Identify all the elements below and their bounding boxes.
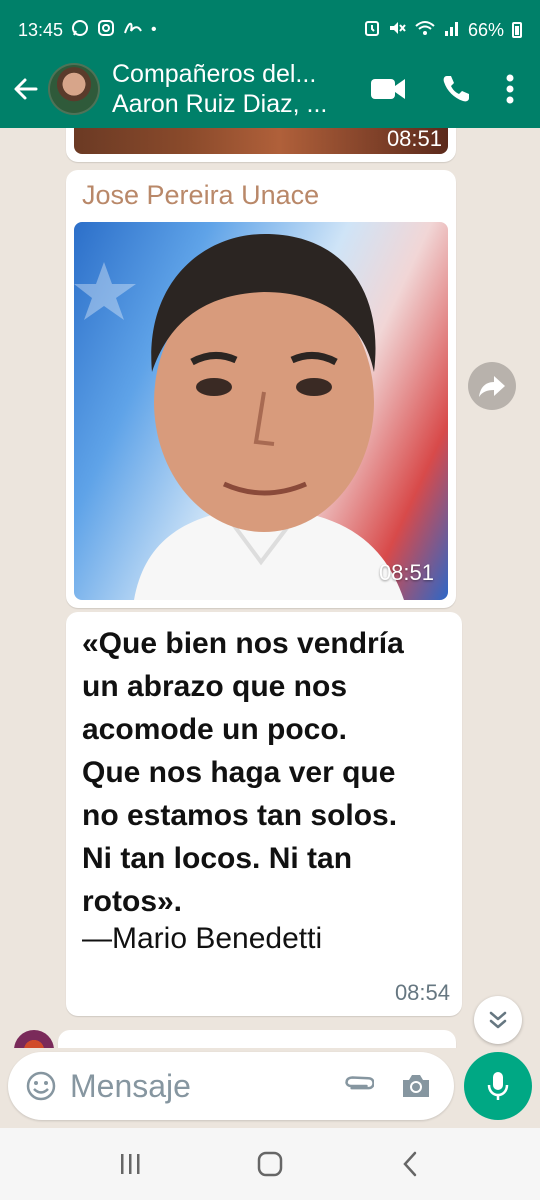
emoji-icon <box>26 1071 56 1101</box>
message-time: 08:54 <box>394 980 450 1005</box>
wifi-icon <box>414 19 436 41</box>
whatsapp-icon <box>71 19 89 41</box>
chevron-left-icon <box>403 1151 417 1177</box>
quote-author: —Mario Benedetti <box>82 922 323 955</box>
message-composer <box>8 1052 454 1120</box>
signature-icon <box>123 19 143 41</box>
voice-message-button[interactable] <box>464 1052 532 1120</box>
microphone-icon <box>487 1072 509 1100</box>
paperclip-icon <box>345 1076 374 1090</box>
voice-call-button[interactable] <box>422 59 490 119</box>
message-time: 08:51 <box>386 128 442 151</box>
scroll-to-bottom-button[interactable] <box>474 996 522 1044</box>
system-nav-bar <box>0 1128 540 1200</box>
recent-apps-button[interactable] <box>90 1134 170 1194</box>
more-options-button[interactable] <box>490 59 530 119</box>
quote-line: un abrazo que nos <box>82 670 348 703</box>
camera-icon <box>403 1075 429 1097</box>
chat-header: Compañeros del... Aaron Ruiz Diaz, ... <box>0 50 540 128</box>
sender-name: Jose Pereira Unace <box>82 180 320 210</box>
message-time: 08:51 <box>378 560 434 585</box>
signal-icon <box>444 19 460 41</box>
group-avatar[interactable] <box>48 63 100 115</box>
message-photo[interactable]: 08:51 <box>74 222 448 600</box>
more-options-icon <box>506 74 514 104</box>
camera-button[interactable] <box>386 1052 446 1120</box>
quote-line: rotos». <box>82 885 183 918</box>
chat-info[interactable]: Compañeros del... Aaron Ruiz Diaz, ... <box>112 59 337 119</box>
recent-apps-icon <box>121 1154 140 1174</box>
quote-line: Que nos haga ver que <box>82 756 396 789</box>
chat-title: Compañeros del... <box>112 60 317 88</box>
message-image[interactable]: Jose Pereira Unace 08:51 <box>66 170 456 608</box>
quote-line: «Que bien nos vendría <box>82 627 404 660</box>
forward-button[interactable] <box>468 362 516 410</box>
double-chevron-down-icon <box>489 1011 507 1029</box>
home-icon <box>257 1151 283 1177</box>
video-call-button[interactable] <box>354 59 422 119</box>
home-button[interactable] <box>230 1134 310 1194</box>
chat-area[interactable]: 08:51 Jose Pereira Unace 08:51 «Que bien… <box>0 128 540 1048</box>
quote-line: no estamos tan solos. <box>82 799 398 832</box>
portrait-image <box>74 233 404 600</box>
sender-avatar[interactable] <box>14 1030 54 1048</box>
emoji-button[interactable] <box>12 1052 70 1120</box>
instagram-icon <box>97 19 115 41</box>
chat-participants: Aaron Ruiz Diaz, ... <box>112 90 328 118</box>
message-image-previous[interactable]: 08:51 <box>66 128 456 162</box>
attach-button[interactable] <box>330 1052 386 1120</box>
message-quote: «Que bien nos vendría un abrazo que nos … <box>82 622 452 923</box>
dot-icon: • <box>151 21 157 38</box>
arrow-left-icon <box>14 78 38 100</box>
video-call-icon <box>371 79 405 99</box>
forward-icon <box>479 376 505 397</box>
voice-call-icon <box>443 76 469 102</box>
quote-line: Ni tan locos. Ni tan <box>82 842 353 875</box>
status-time: 13:45 <box>18 19 64 40</box>
battery-icon <box>512 22 522 38</box>
message-input[interactable] <box>70 1061 320 1111</box>
mute-icon <box>388 19 406 41</box>
quote-line: acomode un poco. <box>82 713 348 746</box>
back-button[interactable] <box>4 59 48 119</box>
back-nav-button[interactable] <box>370 1134 450 1194</box>
message-next-partial[interactable] <box>58 1030 456 1048</box>
battery-level: 66% <box>467 19 504 40</box>
alarm-icon <box>364 19 380 41</box>
message-text[interactable]: «Que bien nos vendría un abrazo que nos … <box>66 612 462 1016</box>
